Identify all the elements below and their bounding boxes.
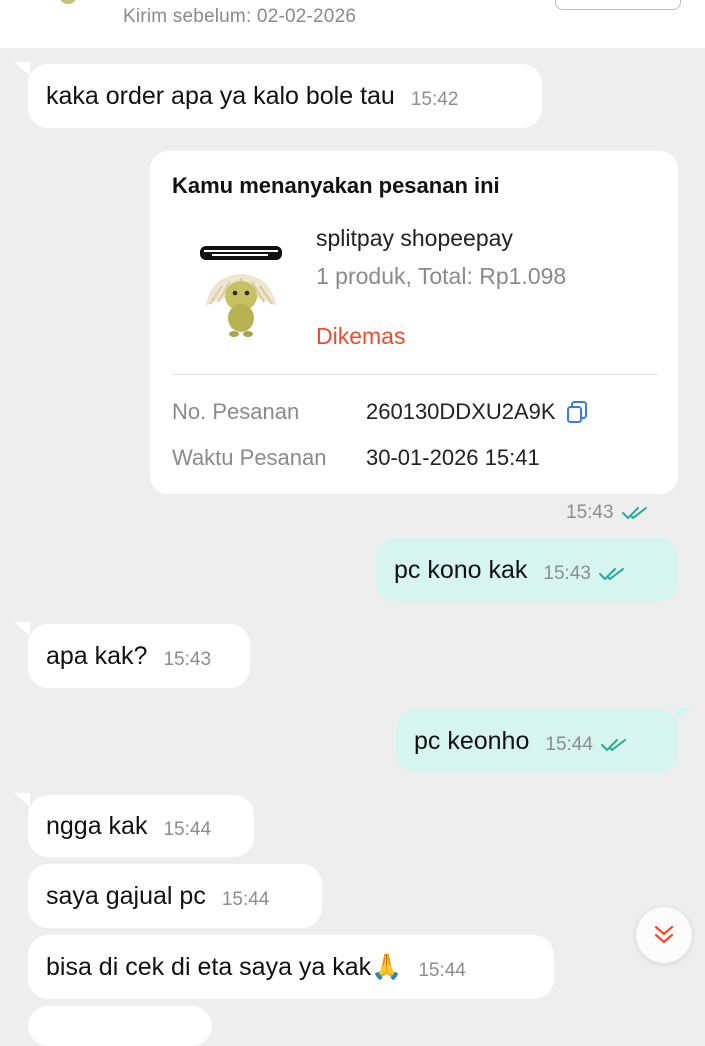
order-number-label: No. Pesanan <box>172 399 300 424</box>
order-number-row: 260130DDXU2A9K <box>366 399 588 425</box>
order-number-value: 260130DDXU2A9K <box>366 399 556 424</box>
message-text: ngga kak <box>46 812 148 840</box>
message-time: 15:44 <box>545 734 593 755</box>
bubble-tail <box>14 622 30 636</box>
message-text: pc keonho <box>414 727 530 755</box>
message-time-row: 15:43 <box>543 559 625 589</box>
message-text: apa kak? <box>46 642 148 670</box>
message-bubble-incoming[interactable]: ngga kak 15:44 <box>28 795 254 857</box>
message-bubble-incoming[interactable]: kaka order apa ya kalo bole tau 15:42 <box>28 64 542 128</box>
order-time-value: 30-01-2026 15:41 <box>366 445 540 470</box>
card-divider <box>172 374 658 375</box>
message-text: saya gajual pc <box>46 882 206 910</box>
ship-deadline-text: Kirim sebelum: 02-02-2026 <box>123 6 357 27</box>
message-time: 15:43 <box>543 563 591 584</box>
chevron-double-down-icon <box>654 925 674 944</box>
message-time-row: 15:44 <box>545 730 627 760</box>
message-time: 15:43 <box>566 502 614 523</box>
message-bubble-outgoing[interactable]: pc keonho 15:44 <box>396 709 678 773</box>
bubble-tail <box>14 793 30 807</box>
double-check-icon <box>598 568 624 580</box>
double-check-icon <box>621 507 647 519</box>
order-status: Dikemas <box>316 323 406 349</box>
message-time: 15:43 <box>163 649 212 670</box>
message-bubble-incoming[interactable]: apa kak? 15:43 <box>28 624 250 688</box>
message-bubble-incoming[interactable]: saya gajual pc 15:44 <box>28 864 322 928</box>
double-check-icon <box>600 739 626 751</box>
card-timestamp: 15:43 <box>566 502 648 524</box>
message-time: 15:42 <box>410 89 459 110</box>
order-time-label: Waktu Pesanan <box>172 445 327 470</box>
message-time: 15:44 <box>163 819 212 840</box>
product-thumbnail-fragment <box>60 0 76 4</box>
bubble-tail <box>14 62 30 76</box>
product-summary: 1 produk, Total: Rp1.098 <box>316 263 567 289</box>
product-name: splitpay shopeepay <box>316 225 513 251</box>
message-text: kaka order apa ya kalo bole tau <box>46 82 395 110</box>
copy-icon[interactable] <box>566 400 588 424</box>
message-time: 15:44 <box>418 960 466 981</box>
header-action-button[interactable] <box>555 0 681 10</box>
message-text: bisa di cek di eta saya ya kak🙏 <box>46 953 403 981</box>
message-bubble-incoming-partial[interactable] <box>28 1006 212 1046</box>
message-bubble-incoming[interactable]: bisa di cek di eta saya ya kak🙏 15:44 <box>28 935 554 999</box>
order-header-bar: Kirim sebelum: 02-02-2026 <box>0 0 705 48</box>
card-title: Kamu menanyakan pesanan ini <box>172 173 500 198</box>
scroll-to-bottom-button[interactable] <box>636 907 692 963</box>
message-text: pc kono kak <box>394 556 528 584</box>
product-image <box>200 246 282 337</box>
bubble-tail <box>676 708 692 722</box>
message-time: 15:44 <box>221 889 270 910</box>
message-bubble-outgoing[interactable]: pc kono kak 15:43 <box>376 538 678 602</box>
order-inquiry-card[interactable]: Kamu menanyakan pesanan ini splitpay sho… <box>150 151 678 494</box>
